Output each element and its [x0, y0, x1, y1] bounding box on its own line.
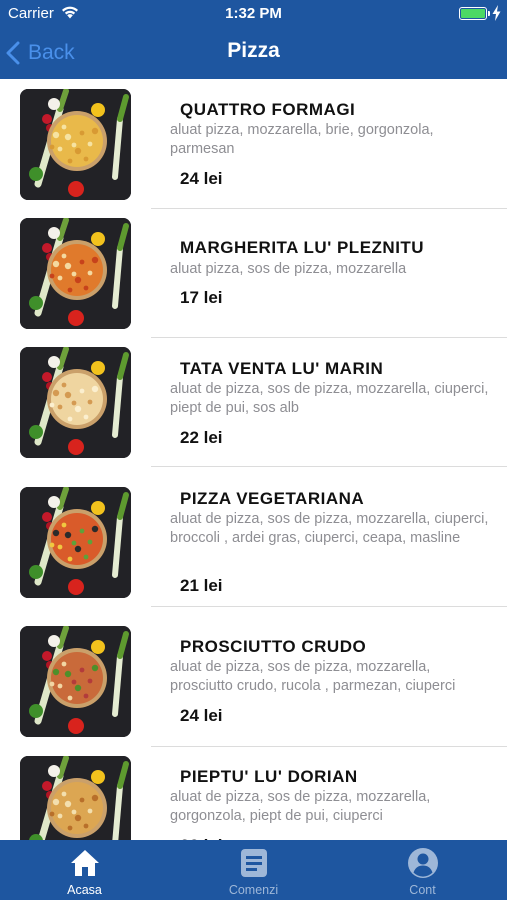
tab-bar: Acasa Comenzi Cont	[0, 840, 507, 900]
pizza-price: 17 lei	[180, 288, 223, 307]
account-icon	[408, 848, 438, 878]
navigation-bar: Back Pizza	[0, 28, 507, 79]
tab-label: Cont	[409, 883, 436, 897]
tab-acasa[interactable]: Acasa	[0, 840, 169, 900]
pizza-description: aluat pizza, sos de pizza, mozzarella	[170, 261, 407, 277]
tab-label: Acasa	[67, 883, 102, 897]
status-bar: Carrier 1:32 PM	[0, 0, 507, 28]
pizza-description: aluat pizza, mozzarella, brie, gorgonzol…	[170, 122, 434, 157]
list-item[interactable]: MARGHERITA LU' PLEZNITU aluat pizza, sos …	[0, 208, 507, 348]
pizza-image	[20, 89, 131, 200]
list-item[interactable]: PIZZA VEGETARIANA aluat de pizza, sos de …	[0, 466, 507, 606]
orders-icon	[241, 849, 267, 877]
pizza-list[interactable]: QUATTRO FORMAGI aluat pizza, mozzarella, …	[0, 79, 507, 840]
pizza-price: 22 lei	[180, 428, 223, 447]
pizza-name: PIZZA VEGETARIANA	[180, 489, 365, 508]
pizza-image	[20, 218, 131, 329]
pizza-description: aluat de pizza, sos de pizza, mozzarella…	[170, 381, 489, 416]
pizza-description: aluat de pizza, sos de pizza, mozzarella…	[170, 659, 456, 694]
pizza-name: PROSCIUTTO CRUDO	[180, 637, 367, 656]
list-item[interactable]: TATA VENTA LU' MARIN aluat de pizza, sos …	[0, 337, 507, 477]
pizza-name: QUATTRO FORMAGI	[180, 100, 356, 119]
battery-icon	[459, 7, 487, 20]
tab-label: Comenzi	[228, 883, 279, 897]
tab-cont[interactable]: Cont	[338, 840, 507, 900]
pizza-price: 24 lei	[180, 169, 223, 188]
pizza-price: 21 lei	[180, 576, 223, 595]
pizza-image	[20, 626, 131, 737]
pizza-name: MARGHERITA LU' PLEZNITU	[180, 238, 425, 257]
battery-level	[461, 9, 485, 18]
pizza-image	[20, 487, 131, 598]
tab-comenzi[interactable]: Comenzi	[169, 840, 338, 900]
home-icon	[71, 850, 99, 876]
pizza-name: PIEPTU' LU' DORIAN	[180, 767, 358, 786]
list-item[interactable]: QUATTRO FORMAGI aluat pizza, mozzarella, …	[0, 79, 507, 219]
page-title: Pizza	[227, 39, 280, 62]
list-item[interactable]: PROSCIUTTO CRUDO aluat de pizza, sos de p…	[0, 606, 507, 746]
pizza-image	[20, 756, 131, 840]
pizza-description: aluat de pizza, sos de pizza, mozzarella…	[170, 789, 431, 824]
pizza-price: 24 lei	[180, 706, 223, 725]
pizza-description: aluat de pizza, sos de pizza, mozzarella…	[170, 511, 489, 546]
charging-bolt-icon	[492, 5, 501, 21]
pizza-image	[20, 347, 131, 458]
status-time: 1:32 PM	[225, 5, 282, 22]
top-bar: Carrier 1:32 PM Back Pizza	[0, 0, 507, 79]
list-item[interactable]: PIEPTU' LU' DORIAN aluat de pizza, sos de…	[0, 746, 507, 840]
pizza-name: TATA VENTA LU' MARIN	[180, 359, 384, 378]
battery-tip	[488, 11, 490, 16]
